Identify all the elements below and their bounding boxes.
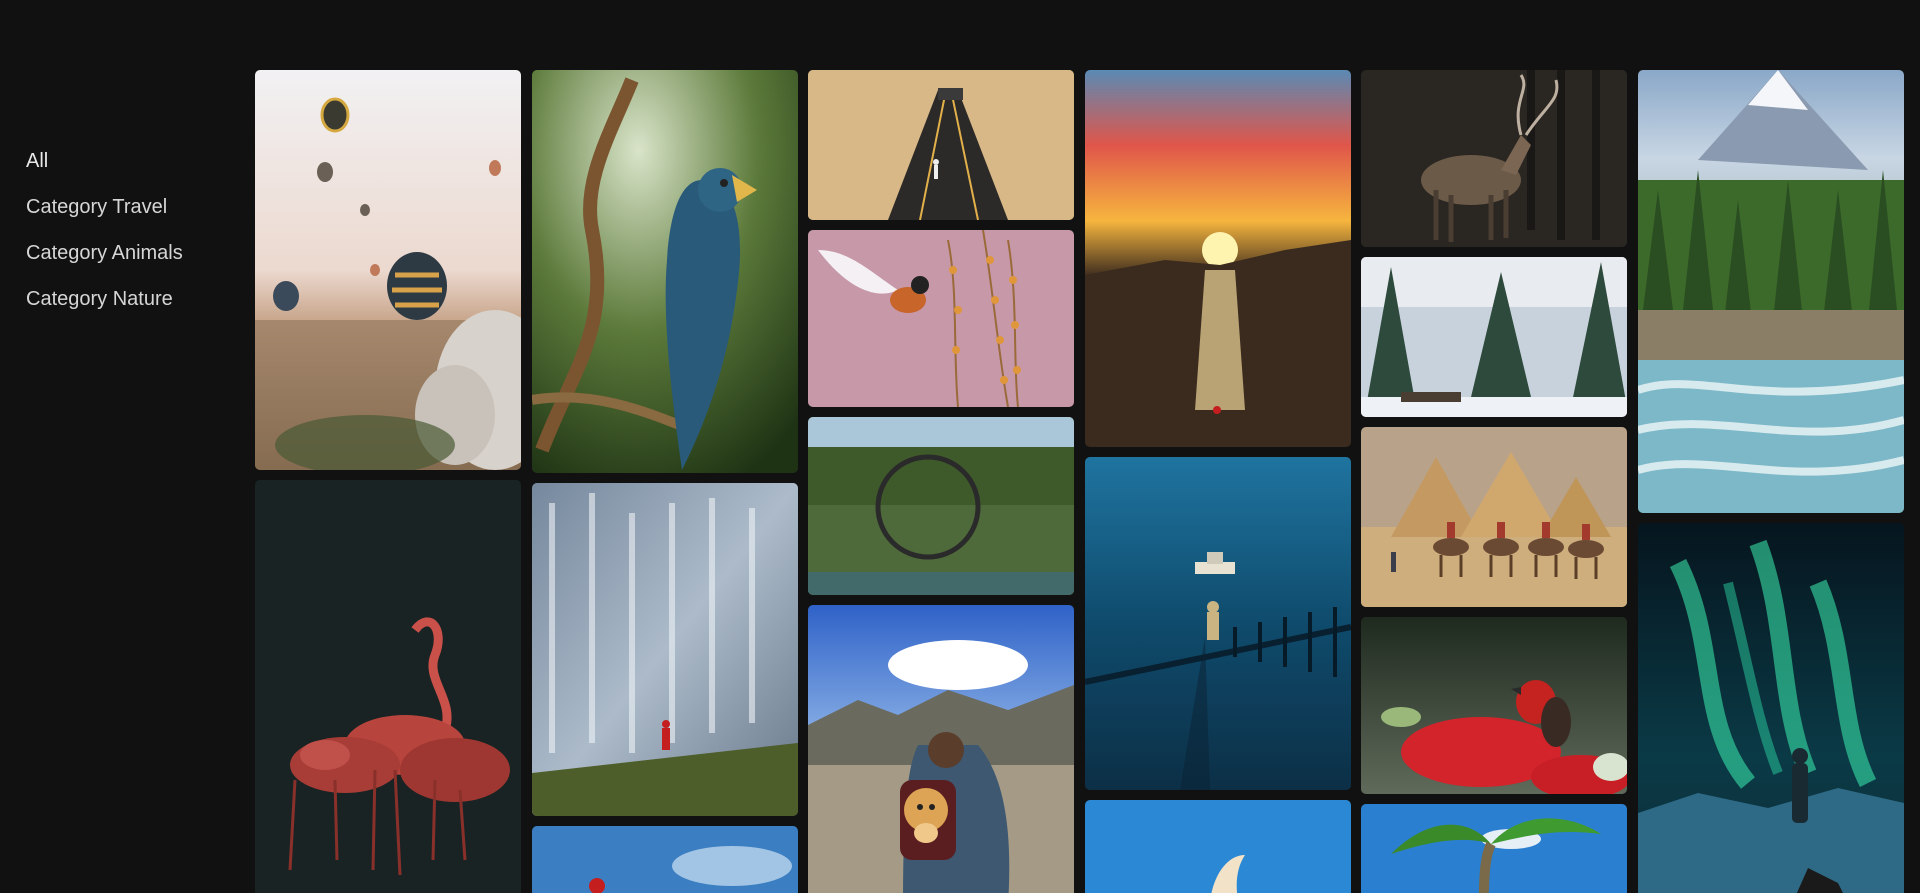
photo-camels-pyramids[interactable] <box>1361 427 1627 607</box>
filter-category-nature[interactable]: Category Nature <box>26 276 183 322</box>
photo-snowy-pines[interactable] <box>1361 257 1627 417</box>
photo-deer-forest[interactable] <box>1361 70 1627 247</box>
photo-bird-flowers[interactable] <box>808 230 1074 407</box>
filter-all[interactable]: All <box>26 138 183 184</box>
photo-mountain-river[interactable] <box>1638 70 1904 513</box>
filter-category-travel[interactable]: Category Travel <box>26 184 183 230</box>
photo-desert-road[interactable] <box>808 70 1074 220</box>
photo-balloons[interactable] <box>255 70 521 470</box>
photo-parrot[interactable] <box>532 70 798 473</box>
gallery-page: All Category Travel Category Animals Cat… <box>0 0 1920 893</box>
photo-flamingos[interactable] <box>255 480 521 893</box>
photo-red-bird-flower[interactable] <box>1361 617 1627 794</box>
category-filter-nav: All Category Travel Category Animals Cat… <box>26 138 183 322</box>
filter-category-animals[interactable]: Category Animals <box>26 230 183 276</box>
photo-sunset-waterfall[interactable] <box>1085 70 1351 447</box>
photo-palm-tree[interactable] <box>1361 804 1627 893</box>
photo-pier-dusk[interactable] <box>1085 457 1351 790</box>
photo-gallery <box>255 70 1905 893</box>
photo-waterfall-hiker[interactable] <box>532 483 798 816</box>
photo-arched-bridge[interactable] <box>808 417 1074 595</box>
photo-bird-wing[interactable] <box>1085 800 1351 893</box>
photo-aurora[interactable] <box>1638 523 1904 893</box>
photo-hiker-sky[interactable] <box>532 826 798 893</box>
photo-hiker-with-dog[interactable] <box>808 605 1074 893</box>
